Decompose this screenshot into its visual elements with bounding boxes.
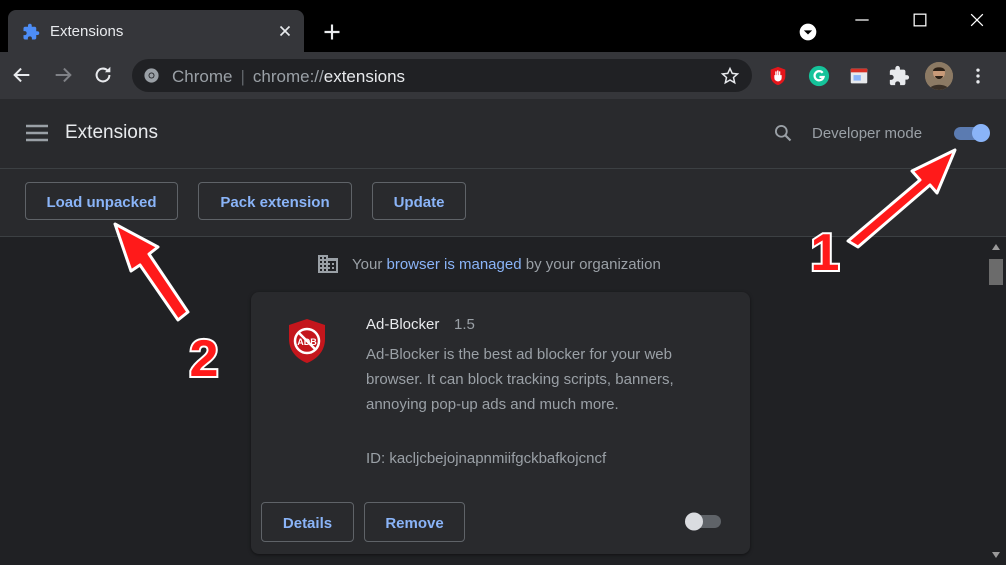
managed-link[interactable]: browser is managed [386, 256, 521, 273]
ad-blocker-icon: ADB [289, 319, 325, 363]
remove-button[interactable]: Remove [364, 502, 465, 542]
annotation-label-2: 2 [190, 330, 219, 386]
scrollbar[interactable] [986, 237, 1006, 565]
scroll-down-icon[interactable] [991, 551, 1001, 559]
tab-strip: Extensions [0, 0, 1006, 52]
maximize-icon[interactable] [910, 10, 930, 30]
grammarly-icon[interactable] [808, 65, 830, 87]
profile-avatar[interactable] [925, 62, 953, 90]
omnibox-separator: | [240, 67, 245, 86]
managed-prefix: Your [352, 256, 387, 273]
chrome-icon [144, 68, 159, 83]
details-button[interactable]: Details [261, 502, 354, 542]
tab-search-icon[interactable] [798, 22, 818, 42]
window-close-icon[interactable] [967, 10, 987, 30]
building-icon [318, 255, 338, 273]
puzzle-icon [23, 23, 40, 40]
scroll-up-icon[interactable] [991, 243, 1001, 251]
screenshot-extension-icon[interactable] [848, 65, 870, 87]
update-button[interactable]: Update [372, 182, 466, 220]
url-host: extensions [323, 67, 406, 86]
pack-extension-button[interactable]: Pack extension [198, 182, 352, 220]
back-icon[interactable] [11, 64, 33, 86]
extension-card: ADB Ad-Blocker 1.5 Ad-Blocker is the bes… [251, 292, 750, 554]
minimize-icon[interactable] [852, 10, 872, 30]
search-icon[interactable] [773, 123, 793, 143]
forward-icon[interactable] [52, 64, 74, 86]
annotation-label-1: 1 [811, 224, 840, 280]
extension-id: ID: kacljcbejojnapnmiifgckbafkojcncf [366, 450, 607, 467]
url-scheme: chrome:// [252, 67, 324, 86]
ublock-extension-icon[interactable] [767, 65, 789, 87]
extension-name: Ad-Blocker [366, 316, 440, 333]
extension-description: Ad-Blocker is the best ad blocker for yo… [366, 346, 674, 413]
reload-icon[interactable] [92, 64, 114, 86]
svg-text:ADB: ADB [297, 337, 317, 347]
scrollbar-thumb[interactable] [989, 259, 1003, 285]
more-menu-icon[interactable] [968, 65, 988, 87]
address-bar[interactable]: Chrome | chrome://extensions [132, 59, 752, 92]
browser-toolbar: Chrome | chrome://extensions [0, 52, 1006, 99]
tab-extensions[interactable]: Extensions [8, 10, 304, 52]
page-title: Extensions [65, 122, 158, 143]
annotation-arrow-2 [113, 222, 190, 322]
avatar-icon [925, 62, 953, 90]
extensions-puzzle-icon[interactable] [888, 65, 910, 87]
annotation-number-2: 2 [188, 328, 221, 386]
close-icon[interactable] [276, 22, 294, 40]
managed-suffix: by your organization [521, 256, 661, 273]
tab-title: Extensions [50, 23, 124, 40]
bookmark-star-icon[interactable] [720, 66, 740, 86]
extension-enable-toggle[interactable] [683, 511, 723, 531]
new-tab-icon[interactable] [322, 22, 342, 42]
url-text: Chrome | chrome://extensions [172, 67, 405, 87]
omnibox-label: Chrome [172, 67, 233, 86]
managed-text: Your browser is managed by your organiza… [352, 256, 661, 273]
annotation-number-1: 1 [809, 224, 842, 280]
extension-version: 1.5 [454, 316, 475, 333]
menu-icon[interactable] [26, 124, 48, 142]
